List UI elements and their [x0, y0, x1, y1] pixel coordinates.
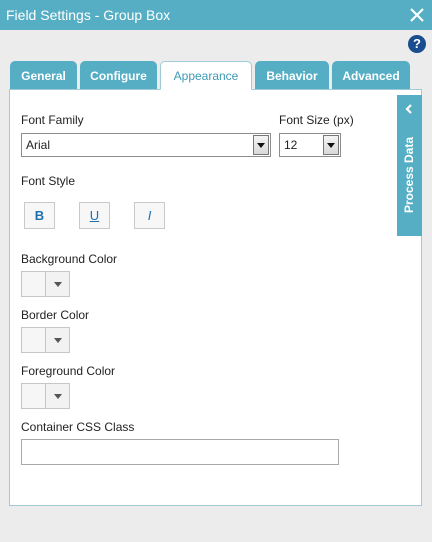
close-icon[interactable] [408, 6, 426, 24]
font-family-label: Font Family [21, 113, 84, 127]
tab-configure[interactable]: Configure [80, 61, 157, 89]
dialog-title-bar: Field Settings - Group Box [0, 0, 432, 30]
background-color-label: Background Color [21, 252, 118, 266]
chevron-down-icon [253, 135, 269, 155]
tab-advanced[interactable]: Advanced [332, 61, 410, 89]
tab-behavior[interactable]: Behavior [255, 61, 329, 89]
font-family-value: Arial [26, 138, 51, 152]
tab-appearance[interactable]: Appearance [160, 61, 252, 90]
container-css-class-label: Container CSS Class [21, 420, 135, 434]
border-color-picker[interactable] [21, 327, 70, 353]
chevron-down-icon [323, 135, 339, 155]
chevron-left-icon [405, 104, 412, 114]
font-size-label: Font Size (px) [279, 113, 354, 127]
underline-button[interactable]: U [79, 202, 110, 229]
caret-down-icon [54, 282, 62, 287]
caret-down-icon [54, 338, 62, 343]
foreground-color-label: Foreground Color [21, 364, 116, 378]
border-color-label: Border Color [21, 308, 90, 322]
font-style-label: Font Style [21, 174, 76, 188]
color-swatch [22, 328, 46, 352]
process-data-tab[interactable]: Process Data [397, 95, 422, 236]
caret-down-icon [54, 394, 62, 399]
foreground-color-picker[interactable] [21, 383, 70, 409]
font-family-select[interactable]: Arial [21, 133, 271, 157]
dialog-title: Field Settings - Group Box [6, 7, 171, 23]
help-icon[interactable]: ? [408, 35, 426, 53]
color-swatch [22, 272, 46, 296]
process-data-label: Process Data [402, 136, 416, 214]
bold-button[interactable]: B [24, 202, 55, 229]
font-size-value: 12 [284, 138, 298, 152]
container-css-class-input[interactable] [21, 439, 339, 465]
font-size-select[interactable]: 12 [279, 133, 341, 157]
italic-button[interactable]: I [134, 202, 165, 229]
color-swatch [22, 384, 46, 408]
background-color-picker[interactable] [21, 271, 70, 297]
tab-general[interactable]: General [10, 61, 77, 89]
